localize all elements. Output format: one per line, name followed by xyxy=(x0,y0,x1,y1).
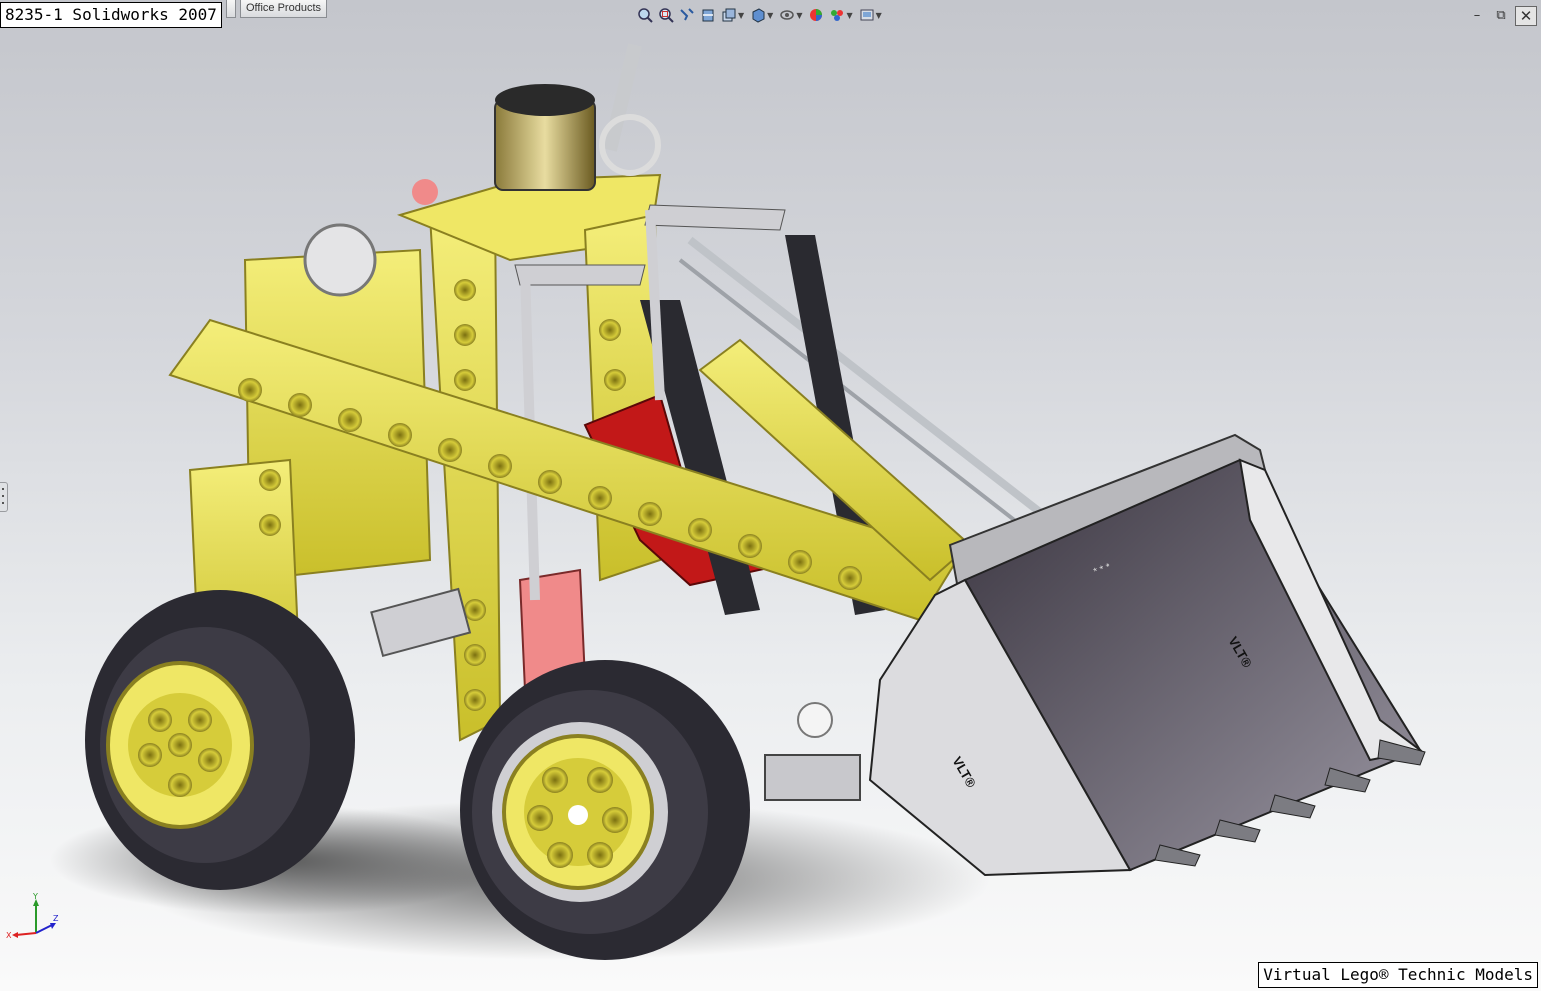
previous-view-icon[interactable] xyxy=(678,6,696,24)
restore-button[interactable]: ⧉ xyxy=(1491,6,1511,24)
scene-icon[interactable] xyxy=(828,6,846,24)
rear-gear xyxy=(303,223,377,297)
chevron-down-icon[interactable]: ▼ xyxy=(767,11,773,20)
section-view-icon[interactable] xyxy=(699,6,717,24)
close-button[interactable]: ✕ xyxy=(1515,6,1537,26)
view-orientation-icon[interactable] xyxy=(720,6,738,24)
lower-grey-block xyxy=(764,754,861,801)
reference-triad: Y X Z xyxy=(6,893,59,940)
zoom-to-fit-icon[interactable] xyxy=(636,6,654,24)
graphics-viewport[interactable]: VLT® VLT® * * * 8235-1 Solidworks 2007 O… xyxy=(0,0,1541,991)
triad-z-label: Z xyxy=(53,914,59,923)
triad-y-label: Y xyxy=(32,893,38,901)
motor-cap xyxy=(495,84,595,116)
chevron-down-icon[interactable]: ▼ xyxy=(876,11,882,20)
feature-manager-toggle-handle[interactable] xyxy=(0,482,8,512)
chevron-down-icon[interactable]: ▼ xyxy=(796,11,802,20)
tab-hidden[interactable] xyxy=(226,0,236,18)
model-title: 8235-1 Solidworks 2007 xyxy=(0,2,222,28)
appearance-icon[interactable] xyxy=(807,6,825,24)
grey-rail-1 xyxy=(514,264,646,286)
bush xyxy=(797,702,833,738)
display-style-icon[interactable] xyxy=(749,6,767,24)
chevron-down-icon[interactable]: ▼ xyxy=(846,11,852,20)
heads-up-view-toolbar: ▼ ▼ ▼ ▼ ▼ xyxy=(636,4,884,26)
lego-loader-model[interactable]: VLT® VLT® * * * xyxy=(0,0,1541,991)
hide-show-icon[interactable] xyxy=(778,6,796,24)
credit-label: Virtual Lego® Technic Models xyxy=(1258,962,1538,988)
window-controls: – ⧉ ✕ xyxy=(1467,6,1537,26)
chevron-down-icon[interactable]: ▼ xyxy=(738,11,744,20)
view-settings-icon[interactable] xyxy=(858,6,876,24)
wheel-front xyxy=(460,660,750,960)
pink-peg xyxy=(412,179,438,205)
triad-x-label: X xyxy=(6,931,12,940)
grey-rail-2 xyxy=(644,204,786,231)
minimize-button[interactable]: – xyxy=(1467,6,1487,24)
wheel-rear xyxy=(85,590,355,890)
lever xyxy=(603,43,642,152)
tab-office-products[interactable]: Office Products xyxy=(240,0,327,18)
zoom-area-icon[interactable] xyxy=(657,6,675,24)
